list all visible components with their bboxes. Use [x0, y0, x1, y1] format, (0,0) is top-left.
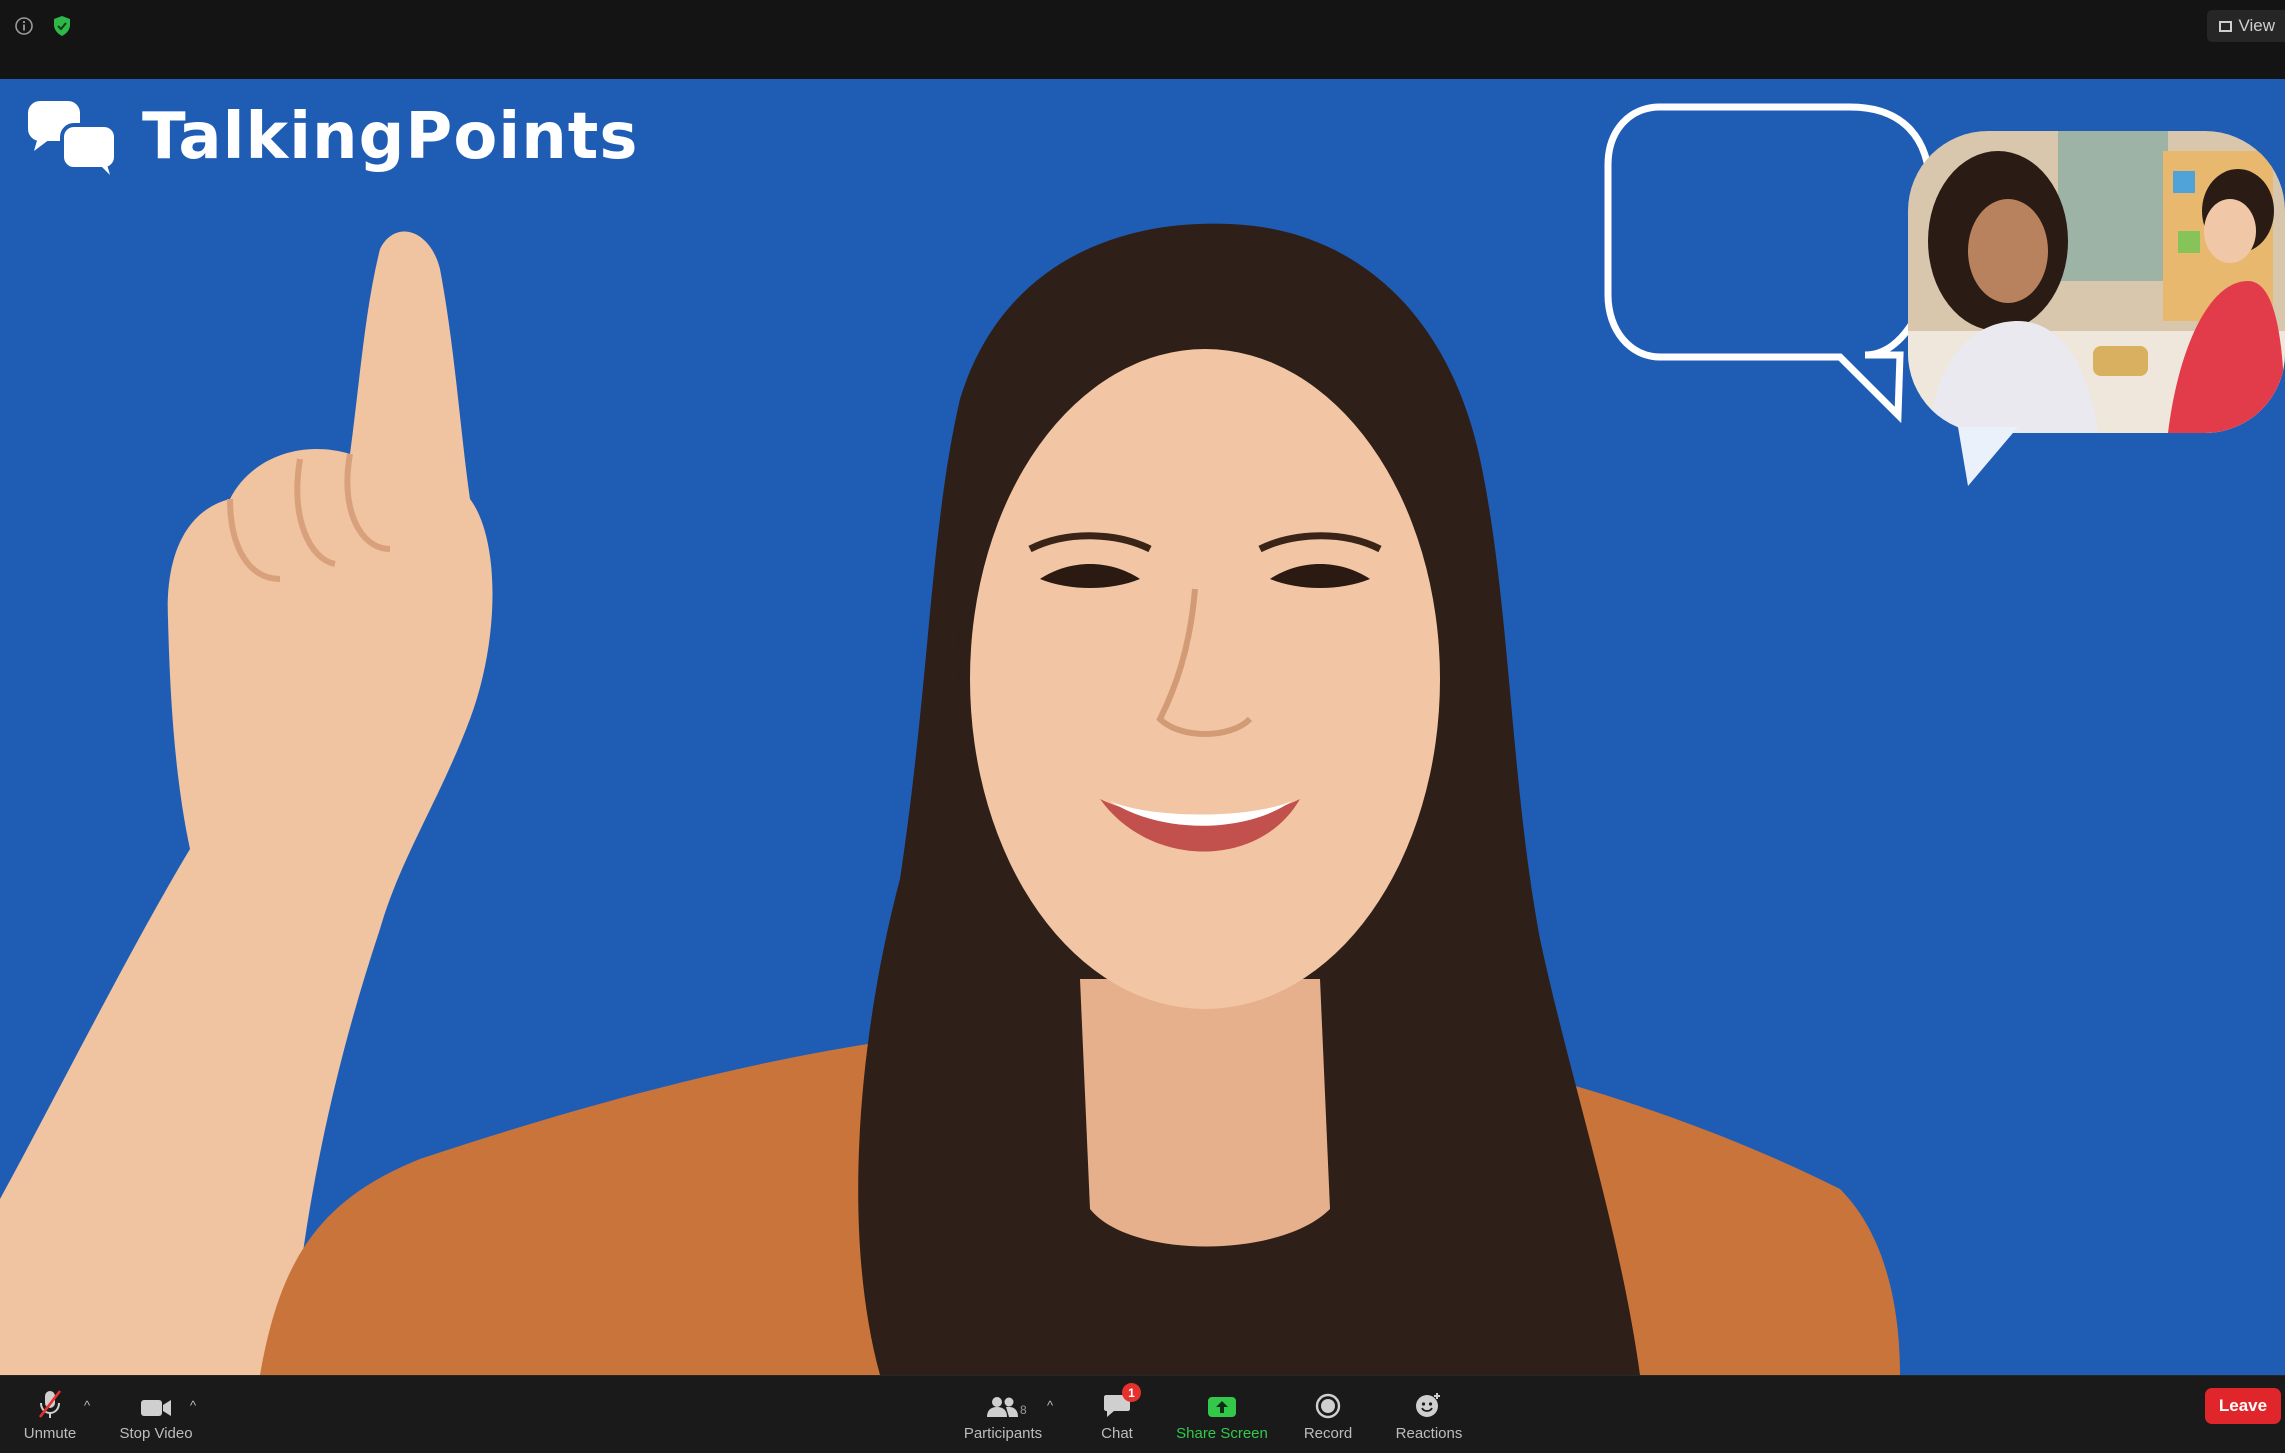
- record-label: Record: [1303, 1425, 1353, 1442]
- audio-options-caret-icon[interactable]: ^: [84, 1398, 90, 1413]
- view-button[interactable]: View: [2207, 10, 2285, 42]
- video-camera-icon: [140, 1387, 172, 1419]
- chat-button[interactable]: 1 Chat: [1090, 1376, 1144, 1453]
- record-icon: [1315, 1387, 1341, 1419]
- participants-label: Participants: [963, 1425, 1043, 1442]
- chat-bubbles-logo-icon: [28, 101, 118, 175]
- muted-microphone-icon: [37, 1387, 63, 1419]
- chat-label: Chat: [1101, 1425, 1133, 1442]
- view-label: View: [2238, 16, 2275, 35]
- participants-count: 8: [1020, 1403, 1027, 1417]
- participants-button[interactable]: 8 Participants: [962, 1376, 1044, 1453]
- unmute-label: Unmute: [23, 1425, 77, 1442]
- stop-video-button[interactable]: Stop Video: [112, 1376, 200, 1453]
- unmute-button[interactable]: Unmute: [18, 1376, 82, 1453]
- share-screen-label: Share Screen: [1176, 1425, 1268, 1442]
- grid-view-icon: [2219, 20, 2233, 32]
- chat-icon: 1: [1103, 1383, 1141, 1419]
- share-screen-button[interactable]: Share Screen: [1170, 1376, 1274, 1453]
- info-icon[interactable]: [12, 14, 36, 38]
- meeting-controls-toolbar: Unmute ^ Stop Video ^ 8 Participants ^ 1…: [0, 1375, 2285, 1453]
- reactions-label: Reactions: [1395, 1425, 1463, 1442]
- record-button[interactable]: Record: [1300, 1376, 1356, 1453]
- reactions-smiley-icon: [1415, 1387, 1443, 1419]
- share-screen-icon: [1207, 1387, 1237, 1419]
- leave-button[interactable]: Leave: [2205, 1388, 2281, 1424]
- reactions-button[interactable]: Reactions: [1392, 1376, 1466, 1453]
- participants-options-caret-icon[interactable]: ^: [1047, 1398, 1053, 1413]
- brand-name: TalkingPoints: [142, 100, 639, 174]
- video-options-caret-icon[interactable]: ^: [190, 1398, 196, 1413]
- participants-icon: 8: [986, 1387, 1027, 1419]
- meeting-top-bar: View: [0, 0, 2285, 79]
- chat-unread-badge: 1: [1122, 1383, 1141, 1402]
- stop-video-label: Stop Video: [119, 1425, 193, 1442]
- shield-check-icon[interactable]: [50, 14, 74, 38]
- talkingpoints-logo: TalkingPoints: [26, 99, 638, 175]
- classroom-photo-bubble: [1908, 131, 2285, 486]
- speech-bubble-outline: [1604, 103, 1934, 424]
- video-stage: TalkingPoints: [0, 79, 2285, 1375]
